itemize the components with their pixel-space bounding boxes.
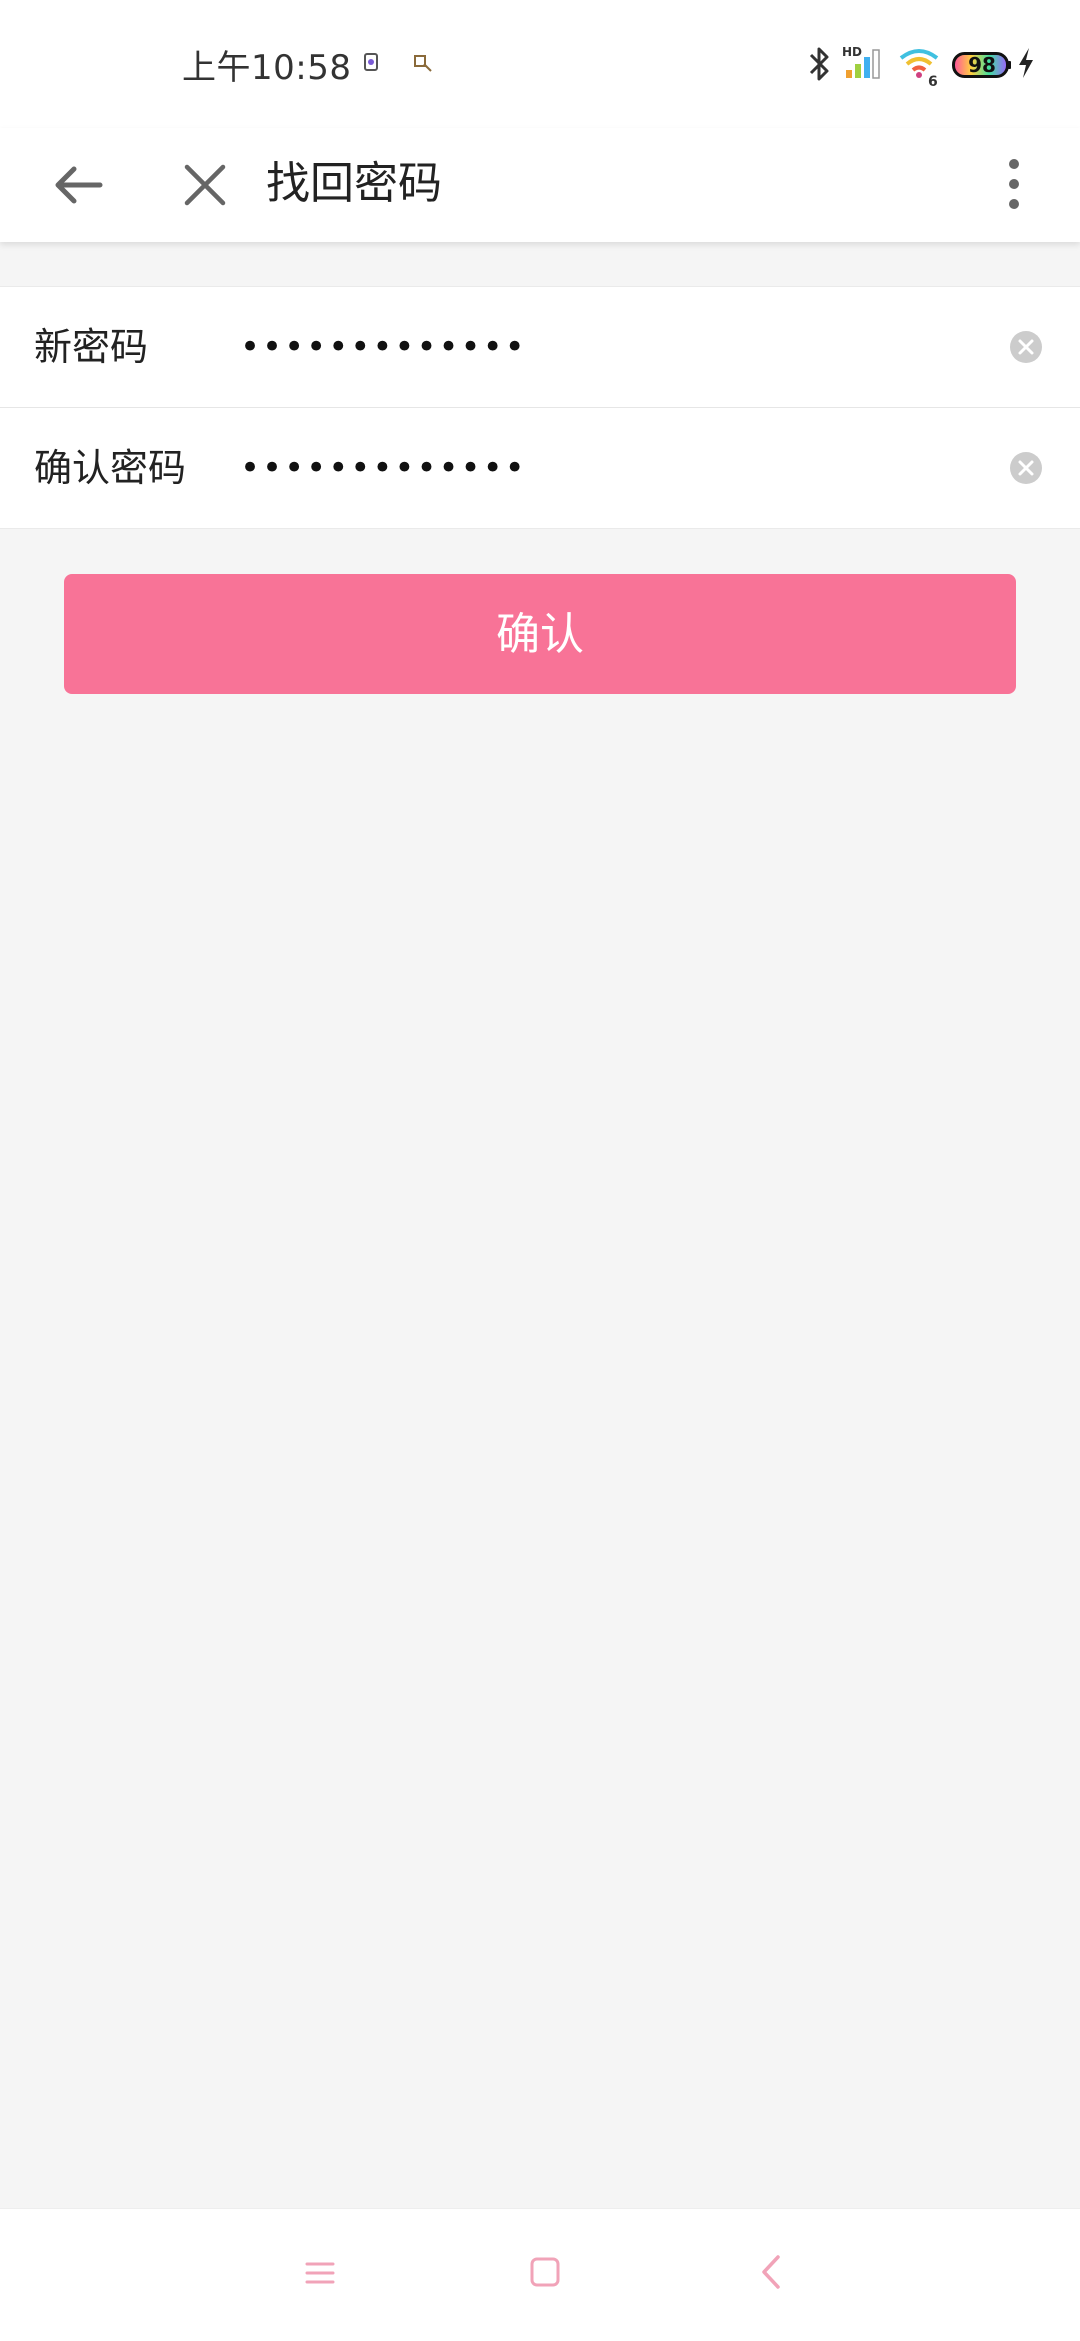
nav-back-button[interactable]: [754, 2253, 788, 2295]
confirm-password-label: 确认密码: [34, 446, 187, 490]
new-password-row: 新密码: [0, 287, 1080, 407]
charging-icon: [1019, 48, 1033, 78]
new-password-label: 新密码: [34, 325, 149, 369]
back-icon: [762, 2255, 780, 2289]
more-options-button[interactable]: [1000, 144, 1040, 224]
app-bar: 找回密码: [0, 128, 1080, 242]
more-vertical-icon: [1009, 159, 1019, 209]
arrow-left-icon: [55, 166, 103, 204]
new-password-clear-button[interactable]: [1008, 329, 1044, 365]
svg-text:HD: HD: [842, 45, 862, 59]
status-bar: 上午10:58 HD 6 98: [0, 0, 1080, 128]
status-time: 上午10:58: [182, 48, 352, 88]
close-icon: [184, 164, 226, 206]
confirm-password-input[interactable]: [240, 438, 980, 498]
menu-icon: [305, 2262, 335, 2284]
back-button[interactable]: [44, 150, 114, 220]
notification-icon: [364, 53, 378, 71]
battery-level: 98: [968, 53, 996, 77]
hd-signal-icon: HD: [842, 45, 880, 79]
svg-text:6: 6: [928, 74, 938, 86]
page-title: 找回密码: [266, 158, 442, 209]
confirm-button[interactable]: 确认: [64, 574, 1016, 694]
bluetooth-icon: [809, 47, 829, 81]
password-form: 新密码 确认密码: [0, 286, 1080, 529]
clear-icon: [1010, 452, 1042, 484]
system-nav-bar: [0, 2208, 1080, 2341]
new-password-input[interactable]: [240, 317, 980, 377]
confirm-password-row: 确认密码: [0, 407, 1080, 528]
close-button[interactable]: [170, 150, 240, 220]
nav-menu-button[interactable]: [304, 2257, 336, 2293]
clear-icon: [1010, 331, 1042, 363]
notification-icon: [414, 55, 432, 72]
wifi-6-icon: 6: [899, 49, 939, 86]
home-icon: [530, 2257, 560, 2287]
nav-home-button[interactable]: [528, 2255, 562, 2293]
confirm-password-clear-button[interactable]: [1008, 450, 1044, 486]
battery-icon: 98: [952, 52, 1012, 78]
